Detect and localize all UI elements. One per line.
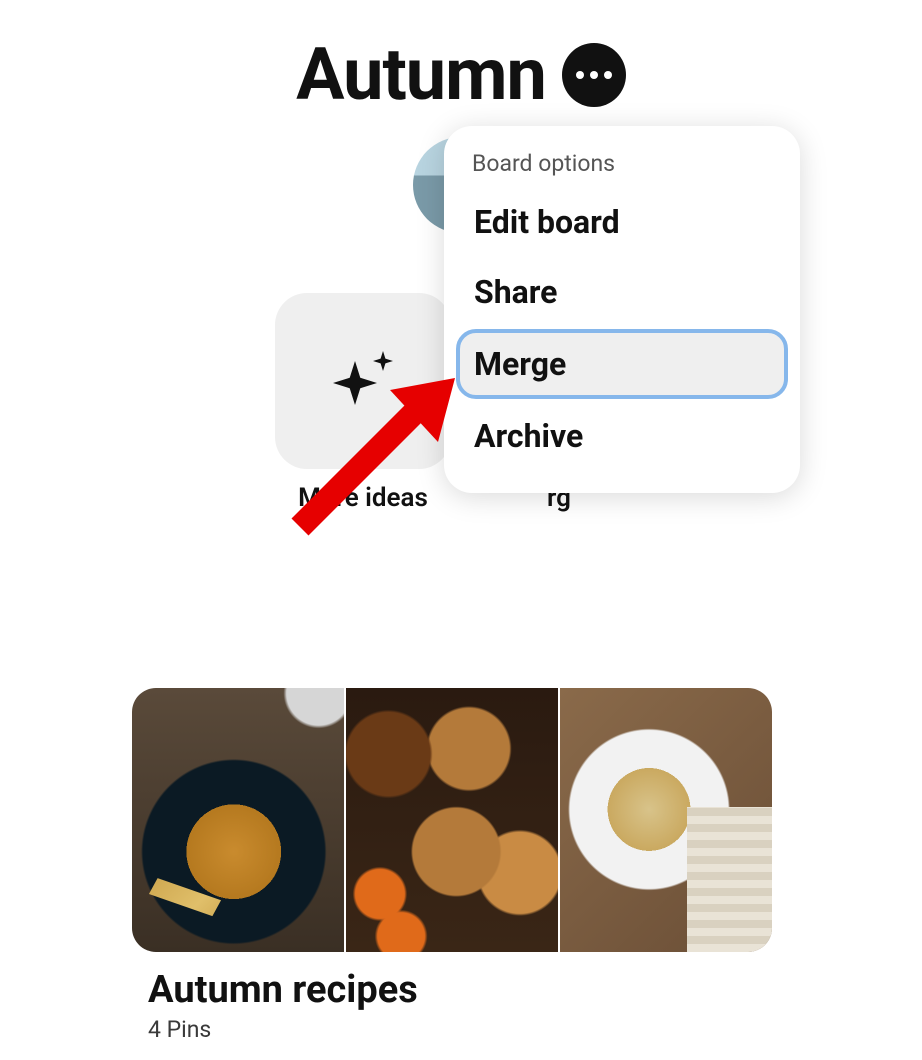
more-ideas-button[interactable]	[275, 293, 451, 469]
section-cover-image-1	[132, 688, 344, 952]
board-header: Autumn	[0, 0, 922, 117]
menu-item-share[interactable]: Share	[456, 257, 788, 327]
more-ideas-tile: More ideas	[275, 293, 451, 513]
menu-item-merge[interactable]: Merge	[456, 329, 788, 399]
board-options-menu: Board options Edit board Share Merge Arc…	[444, 126, 800, 493]
menu-heading: Board options	[456, 150, 788, 187]
more-options-button[interactable]	[562, 43, 626, 107]
section-cover-image-2	[344, 688, 560, 952]
board-title: Autumn	[296, 32, 546, 117]
more-ideas-label: More ideas	[298, 483, 428, 513]
menu-item-edit-board[interactable]: Edit board	[456, 187, 788, 257]
section-title: Autumn recipes	[148, 968, 772, 1012]
dots-icon	[576, 71, 584, 79]
board-section: Autumn recipes 4 Pins	[132, 688, 772, 1043]
section-pin-count: 4 Pins	[148, 1016, 772, 1043]
sparkle-icon	[333, 351, 393, 411]
section-cover[interactable]	[132, 688, 772, 952]
menu-item-archive[interactable]: Archive	[456, 401, 788, 471]
section-cover-image-3	[560, 688, 772, 952]
